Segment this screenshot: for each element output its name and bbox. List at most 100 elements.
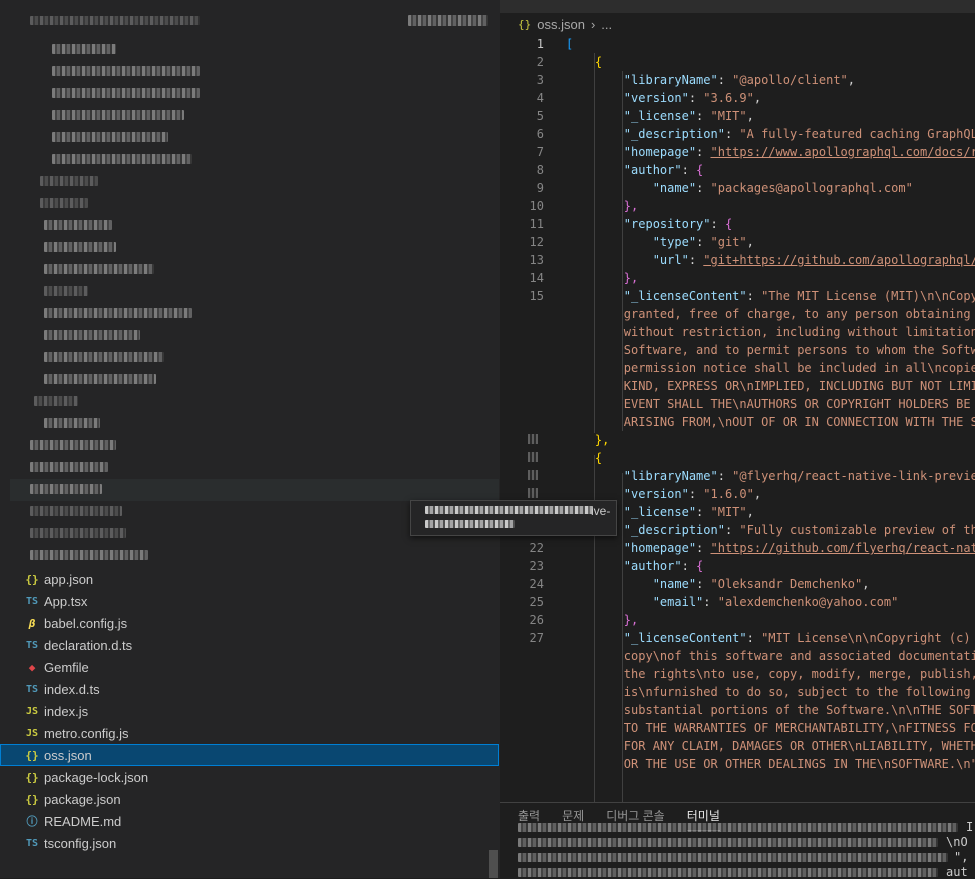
- code-line-2: {: [594, 55, 603, 69]
- file-item[interactable]: {} app.json: [0, 568, 499, 590]
- code-line-9: "name": "packages@apollographql.com": [652, 181, 913, 195]
- file-item[interactable]: {} package-lock.json: [0, 766, 499, 788]
- code-line: },: [594, 433, 610, 447]
- typescript-icon: TS: [25, 683, 39, 695]
- breadcrumb: {} oss.json › ...: [500, 13, 975, 35]
- tree-row-blurred[interactable]: [34, 396, 78, 406]
- code-line-3: "libraryName": "@apollo/client",: [623, 73, 855, 87]
- line-number: 1: [536, 37, 544, 51]
- terminal-fragment: aut: [946, 865, 968, 877]
- file-item-label: babel.config.js: [44, 615, 128, 631]
- breadcrumb-file[interactable]: oss.json: [537, 17, 585, 32]
- code-line-4: "version": "3.6.9",: [623, 91, 762, 105]
- terminal-line-blurred: [518, 823, 958, 832]
- tree-row-blurred[interactable]: [52, 154, 192, 164]
- tree-row-blurred[interactable]: [44, 242, 116, 252]
- line-number: 2: [536, 55, 544, 69]
- terminal-line-blurred: [518, 868, 938, 877]
- editor: {} oss.json › ... 1 2 3 4 5 6 7 8 9 10 11 12 13 14 15 2…: [500, 0, 975, 879]
- code-line-wrap: substantial portions of the Software.\n\…: [623, 703, 975, 717]
- code-line-wrap: OR THE USE OR OTHER DEALINGS IN THE\nSOF…: [623, 757, 975, 771]
- explorer-actions-blurred[interactable]: [408, 15, 488, 26]
- file-item[interactable]: TS tsconfig.json: [0, 832, 499, 854]
- json-icon: {}: [25, 748, 39, 762]
- file-item[interactable]: β babel.config.js: [0, 612, 499, 634]
- tree-row-blurred[interactable]: [44, 220, 112, 230]
- tree-row-blurred[interactable]: [44, 308, 192, 318]
- line-number: 22: [529, 541, 544, 555]
- line-number: 13: [529, 253, 544, 267]
- line-number-blurred: [528, 470, 538, 480]
- terminal-output[interactable]: I \nO ", aut: [518, 819, 975, 877]
- tree-row-blurred[interactable]: [30, 550, 148, 560]
- line-number: 11: [529, 217, 544, 231]
- json-icon: {}: [25, 792, 39, 806]
- file-item[interactable]: {} package.json: [0, 788, 499, 810]
- code-line-10: },: [623, 199, 639, 213]
- file-item[interactable]: {} oss.json: [0, 744, 499, 766]
- tree-row-blurred[interactable]: [44, 418, 100, 428]
- json-icon: {}: [25, 770, 39, 784]
- tree-row-blurred[interactable]: [30, 440, 116, 450]
- file-item[interactable]: TS index.d.ts: [0, 678, 499, 700]
- sidebar-scrollbar[interactable]: [489, 850, 498, 878]
- tree-row-blurred[interactable]: [30, 484, 102, 494]
- file-item-label: index.js: [44, 703, 89, 719]
- tree-row-blurred[interactable]: [44, 374, 156, 384]
- tree-row-blurred[interactable]: [44, 264, 154, 274]
- tree-row-blurred[interactable]: [52, 110, 184, 120]
- file-item-label: app.json: [44, 571, 94, 587]
- file-item-label: App.tsx: [44, 593, 88, 609]
- line-number: 26: [529, 613, 544, 627]
- tree-row-blurred[interactable]: [52, 66, 200, 76]
- explorer-title-blurred: [30, 16, 200, 25]
- breadcrumb-more[interactable]: ...: [601, 17, 612, 32]
- code-line-7: "homepage": "https://www.apollographql.c…: [623, 145, 975, 159]
- breadcrumb-separator: ›: [590, 16, 596, 32]
- file-item[interactable]: ◆ Gemfile: [0, 656, 499, 678]
- tooltip-text-blurred: [425, 506, 593, 514]
- line-number: 12: [529, 235, 544, 249]
- tree-row-blurred[interactable]: [30, 506, 122, 516]
- code-line-wrap: KIND, EXPRESS OR\nIMPLIED, INCLUDING BUT…: [623, 379, 975, 393]
- explorer-header: [0, 0, 500, 38]
- tree-row-blurred[interactable]: [44, 352, 164, 362]
- file-item[interactable]: TS declaration.d.ts: [0, 634, 499, 656]
- file-item-label: declaration.d.ts: [44, 637, 133, 653]
- code-line-24: "name": "Oleksandr Demchenko",: [652, 577, 870, 591]
- code-area[interactable]: 1 2 3 4 5 6 7 8 9 10 11 12 13 14 15 22 23 24 25 26 27 [ { "l…: [500, 35, 975, 802]
- file-item[interactable]: JS index.js: [0, 700, 499, 722]
- line-number: 14: [529, 271, 544, 285]
- line-number: 8: [536, 163, 544, 177]
- tree-row-blurred[interactable]: [44, 330, 140, 340]
- file-item-label: metro.config.js: [44, 725, 129, 741]
- tree-row-blurred[interactable]: [52, 132, 168, 142]
- file-item[interactable]: TS App.tsx: [0, 590, 499, 612]
- tree-row-blurred[interactable]: [30, 528, 126, 538]
- tree-row-blurred[interactable]: [30, 462, 108, 472]
- line-number: 27: [529, 631, 544, 645]
- file-item[interactable]: JS metro.config.js: [0, 722, 499, 744]
- line-number: 24: [529, 577, 544, 591]
- file-item-label: tsconfig.json: [44, 835, 117, 851]
- code-line-wrap: Software, and to permit persons to whom …: [623, 343, 975, 357]
- code-line-1: [: [566, 37, 574, 51]
- tooltip-text-blurred: [425, 520, 515, 528]
- babel-icon: β: [28, 616, 36, 630]
- code-line-wrap: without restriction, including without l…: [623, 325, 975, 339]
- file-item[interactable]: ⓘ README.md: [0, 810, 499, 832]
- file-item-label: oss.json: [44, 747, 92, 763]
- file-item-label: package.json: [44, 791, 121, 807]
- line-number-blurred: [528, 488, 538, 498]
- tree-row-blurred[interactable]: [40, 176, 98, 186]
- javascript-icon: JS: [25, 705, 39, 717]
- line-number: 23: [529, 559, 544, 573]
- tree-row-blurred[interactable]: [52, 88, 200, 98]
- info-icon: ⓘ: [26, 815, 38, 828]
- line-number: 4: [536, 91, 544, 105]
- tree-row-blurred[interactable]: [44, 286, 88, 296]
- code-line-wrap: granted, free of charge, to any person o…: [623, 307, 971, 321]
- tree-row-blurred[interactable]: [52, 44, 116, 54]
- tree-row-blurred[interactable]: [40, 198, 88, 208]
- ruby-icon: ◆: [28, 660, 36, 674]
